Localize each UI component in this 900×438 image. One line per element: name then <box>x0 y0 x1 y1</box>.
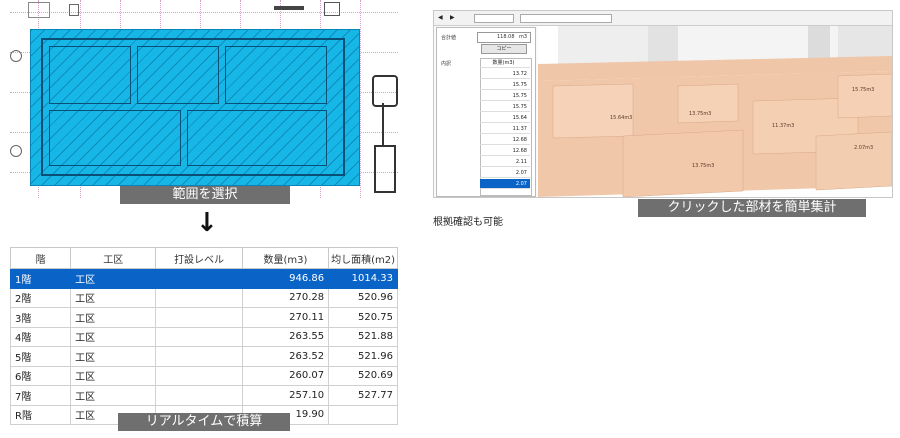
cell-qty: 270.11 <box>241 307 330 328</box>
detail-row[interactable]: 15.75 <box>480 80 530 90</box>
table-header-row: 階 工区 打設レベル 数量(m3) 均し面積(m2) <box>9 247 398 269</box>
cell-level <box>155 365 243 386</box>
total-unit: m3 <box>519 34 528 40</box>
volume-tag: 15.64m3 <box>610 115 633 121</box>
detail-row[interactable]: 2.11 <box>480 157 530 167</box>
table-row[interactable]: 7階 工区 257.10 527.77 <box>9 385 398 406</box>
detail-row[interactable]: 15.75 <box>480 91 530 101</box>
down-arrow: ↓ <box>196 208 218 238</box>
col-floor[interactable]: 階 <box>9 247 72 269</box>
detail-label: 内訳 <box>441 61 452 67</box>
detail-row[interactable]: 12.68 <box>480 146 530 156</box>
table-row[interactable]: 3階 工区 270.11 520.75 <box>9 307 398 328</box>
cell-floor: 7階 <box>9 385 72 406</box>
col-level[interactable]: 打設レベル <box>155 247 243 269</box>
grid-marker-left-top <box>10 50 22 62</box>
quantity-table: 階 工区 打設レベル 数量(m3) 均し面積(m2) 1階 工区 946.86 … <box>9 247 398 425</box>
cell-qty: 263.55 <box>241 326 330 347</box>
redo-icon[interactable]: ▶ <box>450 11 455 25</box>
cell-floor: 1階 <box>9 268 72 289</box>
cell-area: 527.77 <box>328 385 398 406</box>
cad-plan-view[interactable] <box>10 0 398 198</box>
cell-area <box>328 404 398 425</box>
cell-zone: 工区 <box>70 326 157 347</box>
cell-zone: 工区 <box>70 385 157 406</box>
detail-row[interactable]: 2.07 <box>480 168 530 178</box>
col-quantity[interactable]: 数量(m3) <box>241 247 330 269</box>
volume-tag: 13.75m3 <box>692 163 715 169</box>
cell-level <box>155 287 243 308</box>
equipment-outline <box>372 75 398 107</box>
cell-area: 1014.33 <box>328 268 398 289</box>
detail-row[interactable]: 15.64 <box>480 113 530 123</box>
cell-level <box>155 326 243 347</box>
window-toolbar: ◀ ▶ <box>434 11 892 26</box>
cell-qty: 263.52 <box>241 346 330 367</box>
cell-zone: 工区 <box>70 307 157 328</box>
cell-area: 520.96 <box>328 287 398 308</box>
table-row[interactable]: 1階 工区 946.86 1014.33 <box>9 268 398 289</box>
volume-tag: 13.75m3 <box>689 111 712 117</box>
caption-select-range: 範囲を選択 <box>120 186 290 204</box>
total-label: 合計値 <box>441 35 457 41</box>
model-3d-view[interactable] <box>538 26 892 197</box>
cell-floor: 3階 <box>9 307 72 328</box>
cell-zone: 工区 <box>70 346 157 367</box>
cell-qty: 270.28 <box>241 287 330 308</box>
cell-area: 521.96 <box>328 346 398 367</box>
table-row[interactable]: 5階 工区 263.52 521.96 <box>9 346 398 367</box>
detail-row[interactable]: 13.72 <box>480 69 530 79</box>
cell-level <box>155 268 243 289</box>
cell-zone: 工区 <box>70 268 157 289</box>
cell-qty: 946.86 <box>241 268 330 289</box>
cell-level <box>155 385 243 406</box>
copy-button[interactable]: コピー <box>481 44 527 54</box>
volume-tag: 15.75m3 <box>852 87 875 93</box>
grid-marker-left-bottom <box>10 145 22 157</box>
cell-qty: 257.10 <box>241 385 330 406</box>
cell-qty: 260.07 <box>241 365 330 386</box>
cell-area: 521.88 <box>328 326 398 347</box>
cell-floor: 5階 <box>9 346 72 367</box>
detail-header: 数量(m3) <box>480 58 530 68</box>
cad-top-markers <box>24 0 384 22</box>
detail-row[interactable]: 15.75 <box>480 102 530 112</box>
table-row[interactable]: 2階 工区 270.28 520.96 <box>9 287 398 308</box>
table-row[interactable]: 6階 工区 260.07 520.69 <box>9 365 398 386</box>
selection-area[interactable] <box>30 29 360 186</box>
detail-row-selected[interactable]: 2.07 <box>480 179 530 189</box>
detail-row[interactable]: 11.37 <box>480 124 530 134</box>
model-window: ◀ ▶ 15.64m3 13.75m3 11.37m3 2.07m3 13.75… <box>433 10 893 198</box>
caption-basis-check: 根拠確認も可能 <box>433 217 503 228</box>
cell-level <box>155 346 243 367</box>
cell-zone: 工区 <box>70 287 157 308</box>
volume-tag: 2.07m3 <box>854 145 874 151</box>
toolbar-dropdown[interactable] <box>474 14 514 23</box>
summary-panel: 合計値 118.08 m3 コピー 内訳 数量(m3) 13.72 15.75 … <box>436 27 536 197</box>
caption-click-sum: クリックした部材を簡単集計 <box>638 199 866 217</box>
toolbar-field[interactable] <box>520 14 612 23</box>
detail-row[interactable]: 12.68 <box>480 135 530 145</box>
cell-area: 520.69 <box>328 365 398 386</box>
total-value: 118.08 <box>497 34 515 40</box>
cell-zone: 工区 <box>70 365 157 386</box>
cell-level <box>155 307 243 328</box>
cell-floor: 4階 <box>9 326 72 347</box>
cell-floor: R階 <box>9 404 72 425</box>
undo-icon[interactable]: ◀ <box>438 11 443 25</box>
equipment-outline-lower <box>374 145 396 193</box>
col-area[interactable]: 均し面積(m2) <box>328 247 398 269</box>
col-zone[interactable]: 工区 <box>70 247 157 269</box>
volume-tag: 11.37m3 <box>772 123 795 129</box>
caption-realtime: リアルタイムで積算 <box>118 413 290 431</box>
table-row[interactable]: 4階 工区 263.55 521.88 <box>9 326 398 347</box>
cell-floor: 6階 <box>9 365 72 386</box>
cell-area: 520.75 <box>328 307 398 328</box>
cell-floor: 2階 <box>9 287 72 308</box>
